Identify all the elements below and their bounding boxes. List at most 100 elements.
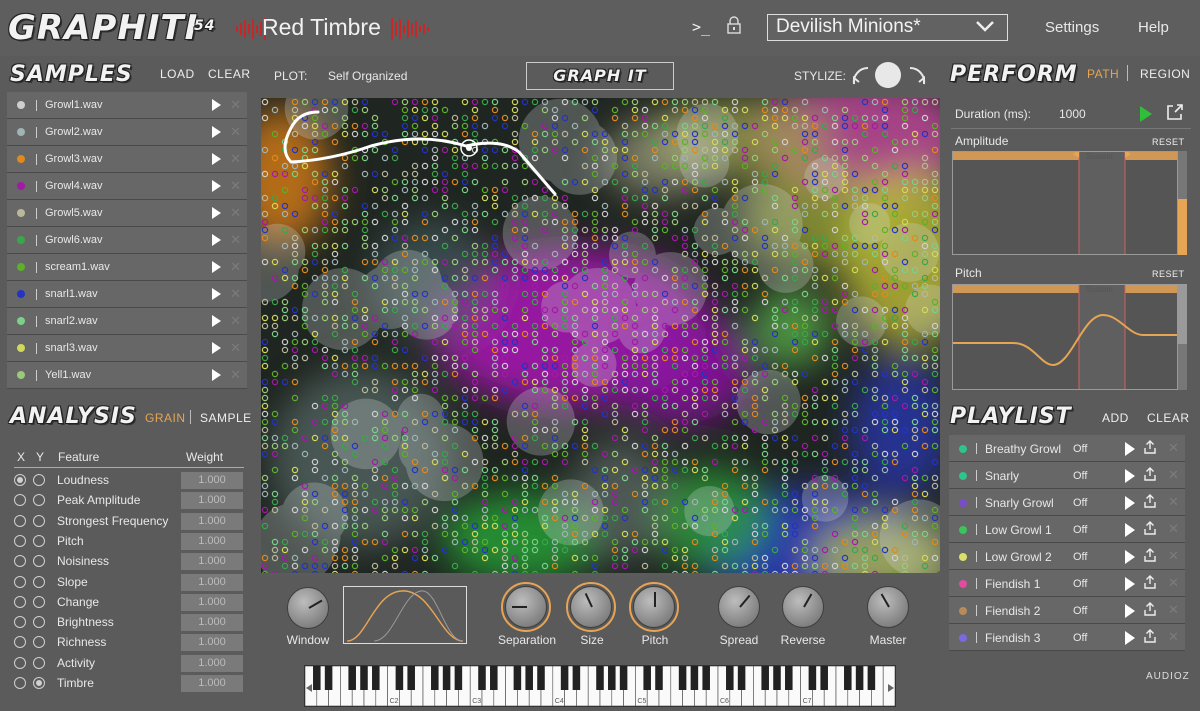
grain-point[interactable] [661, 458, 669, 466]
grain-point[interactable] [841, 290, 849, 298]
grain-point[interactable] [721, 306, 729, 314]
grain-point[interactable] [841, 458, 849, 466]
grain-point[interactable] [431, 98, 439, 106]
grain-point[interactable] [391, 178, 399, 186]
grain-point[interactable] [831, 306, 839, 314]
x-axis-radio[interactable] [14, 575, 26, 588]
grain-point[interactable] [491, 434, 499, 442]
grain-point[interactable] [691, 202, 699, 210]
grain-point[interactable] [841, 410, 849, 418]
grain-point[interactable] [841, 362, 849, 370]
window-shape-display[interactable] [343, 586, 467, 644]
grain-point[interactable] [721, 290, 729, 298]
grain-point[interactable] [801, 450, 809, 458]
grain-point[interactable] [851, 482, 859, 490]
grain-point[interactable] [851, 370, 859, 378]
grain-point[interactable] [661, 210, 669, 218]
playlist-state[interactable]: Off [1073, 524, 1087, 536]
grain-point[interactable] [471, 226, 479, 234]
remove-icon[interactable]: ✕ [230, 205, 241, 221]
export-icon[interactable] [1143, 602, 1157, 616]
grain-point[interactable] [751, 346, 759, 354]
grain-point[interactable] [591, 234, 599, 242]
grain-point[interactable] [391, 338, 399, 346]
grain-point[interactable] [431, 370, 439, 378]
grain-point[interactable] [421, 554, 429, 562]
grain-point[interactable] [261, 394, 269, 402]
grain-point[interactable] [461, 186, 469, 194]
grain-point[interactable] [341, 154, 349, 162]
playlist-row[interactable]: Fiendish 2 Off ✕ [949, 597, 1185, 624]
grain-point[interactable] [641, 106, 649, 114]
grain-point[interactable] [281, 338, 289, 346]
remove-icon[interactable]: ✕ [230, 367, 241, 383]
grain-point[interactable] [261, 418, 269, 426]
grain-point[interactable] [591, 554, 599, 562]
grain-point[interactable] [841, 386, 849, 394]
grain-point[interactable] [291, 338, 299, 346]
play-icon[interactable] [212, 342, 221, 354]
y-axis-radio[interactable] [33, 575, 45, 588]
play-icon[interactable] [1125, 469, 1135, 483]
stylize-left-arrow-icon[interactable] [850, 66, 872, 88]
x-axis-radio[interactable] [14, 474, 26, 486]
remove-icon[interactable]: ✕ [230, 286, 241, 302]
black-key[interactable] [525, 666, 533, 690]
grain-point[interactable] [831, 402, 839, 410]
grain-point[interactable] [331, 362, 339, 370]
grain-point[interactable] [841, 434, 849, 442]
grain-point[interactable] [371, 170, 379, 178]
grain-point[interactable] [471, 410, 479, 418]
grain-point[interactable] [761, 290, 769, 298]
grain-point[interactable] [811, 434, 819, 442]
grain-point[interactable] [331, 258, 339, 266]
playlist-state[interactable]: Off [1073, 578, 1087, 590]
black-key[interactable] [619, 666, 628, 690]
weight-field[interactable]: 1.000 [181, 654, 243, 672]
x-axis-radio[interactable] [14, 636, 26, 649]
grain-point[interactable] [631, 194, 639, 202]
grain-point[interactable] [711, 314, 719, 322]
sample-row[interactable]: snarl2.wav ✕ [7, 308, 247, 335]
grain-point[interactable] [311, 338, 319, 346]
grain-point[interactable] [681, 458, 689, 466]
grain-point[interactable] [361, 98, 369, 106]
playlist-state[interactable]: Off [1073, 632, 1087, 644]
grain-point[interactable] [811, 274, 819, 282]
grain-point[interactable] [731, 434, 739, 442]
grain-point[interactable] [401, 210, 409, 218]
grain-point[interactable] [261, 314, 269, 322]
grain-point[interactable] [381, 130, 389, 138]
grain-point[interactable] [441, 194, 449, 202]
grain-point[interactable] [711, 458, 719, 466]
grain-point[interactable] [461, 170, 469, 178]
play-icon[interactable] [212, 234, 221, 246]
grain-point[interactable] [461, 218, 469, 226]
grain-point[interactable] [621, 194, 629, 202]
weight-field[interactable]: 1.000 [181, 573, 243, 591]
weight-field[interactable]: 1.000 [181, 492, 243, 510]
path-tab[interactable]: PATH [1087, 67, 1119, 81]
grain-point[interactable] [321, 242, 329, 250]
grain-point[interactable] [751, 178, 759, 186]
remove-icon[interactable]: ✕ [230, 313, 241, 329]
play-icon[interactable] [212, 180, 221, 192]
playlist-row[interactable]: Breathy Growl Off ✕ [949, 435, 1185, 462]
clear-samples-button[interactable]: CLEAR [208, 67, 251, 81]
export-icon[interactable] [1143, 548, 1157, 562]
black-key[interactable] [655, 666, 663, 690]
grain-point[interactable] [421, 114, 429, 122]
stylize-knob[interactable] [875, 62, 901, 88]
grain-point[interactable] [491, 426, 499, 434]
grain-point[interactable] [431, 210, 439, 218]
play-path-button[interactable] [1140, 106, 1152, 122]
grain-point[interactable] [871, 362, 879, 370]
grain-point[interactable] [391, 194, 399, 202]
grain-point[interactable] [791, 458, 799, 466]
grain-point[interactable] [801, 410, 809, 418]
grain-point[interactable] [421, 370, 429, 378]
grain-point[interactable] [461, 162, 469, 170]
grain-point[interactable] [481, 482, 489, 490]
grain-point[interactable] [381, 194, 389, 202]
sample-row[interactable]: Growl2.wav ✕ [7, 119, 247, 146]
